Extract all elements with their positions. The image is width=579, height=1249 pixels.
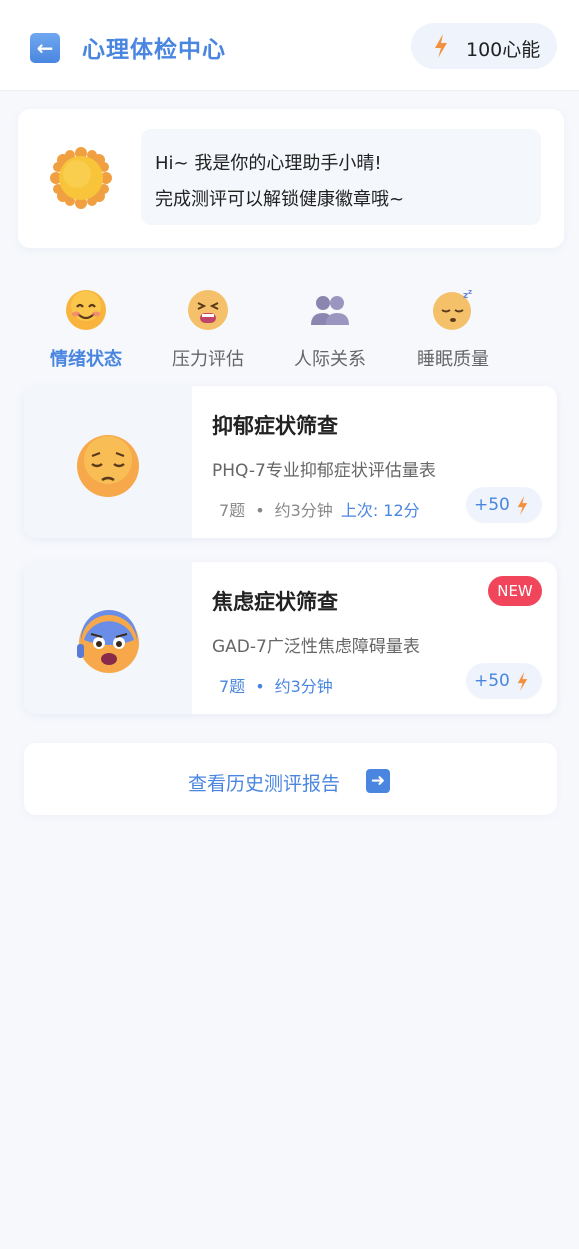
reward-pill: +50: [466, 487, 542, 523]
tab-stress[interactable]: 压力评估: [148, 285, 268, 375]
tab-label: 情绪状态: [50, 349, 122, 370]
smiling-face-icon: [66, 290, 106, 330]
assistant-greeting-card: Hi~ 我是你的心理助手小晴! 完成测评可以解锁健康徽章哦~: [18, 109, 564, 248]
greeting-line-1: Hi~ 我是你的心理助手小晴!: [155, 153, 382, 174]
duration: 约3分钟: [274, 501, 333, 520]
tab-label: 睡眠质量: [417, 349, 489, 370]
view-history-button[interactable]: 查看历史测评报告 ➜: [24, 743, 557, 815]
page-title: 心理体检中心: [82, 37, 226, 63]
card-icon-area: [24, 562, 192, 714]
people-icon: [311, 296, 349, 325]
card-description: PHQ-7专业抑郁症状评估量表: [212, 461, 436, 481]
lightning-icon: [516, 672, 529, 695]
question-count: 7题: [219, 501, 246, 520]
pensive-face-icon: [77, 435, 139, 497]
lightning-icon: [433, 34, 449, 62]
last-score: 上次: 12分: [340, 501, 420, 520]
duration: 约3分钟: [274, 677, 333, 696]
tab-sleep[interactable]: z z 睡眠质量: [393, 285, 513, 375]
sleeping-face-icon: z z: [433, 289, 472, 330]
reward-pill: +50: [466, 663, 542, 699]
history-label: 查看历史测评报告: [188, 773, 341, 795]
card-meta: 7题 • 约3分钟: [219, 677, 333, 696]
reward-value: +50: [474, 495, 510, 515]
points-value: 100心能: [466, 39, 541, 61]
speech-bubble: Hi~ 我是你的心理助手小晴! 完成测评可以解锁健康徽章哦~: [141, 129, 541, 225]
tab-relationships[interactable]: 人际关系: [270, 285, 390, 375]
points-pill[interactable]: 100心能: [411, 23, 557, 69]
category-tabs: 情绪状态 压力评估 人际关系 z z 睡眠质量: [0, 285, 579, 375]
card-meta: 7题 • 约3分钟 上次: 12分: [219, 501, 420, 520]
card-description: GAD-7广泛性焦虑障碍量表: [212, 637, 420, 657]
lightning-icon: [516, 496, 529, 519]
svg-text:z: z: [468, 289, 472, 296]
new-badge: NEW: [488, 576, 542, 606]
arrow-left-icon: ←: [36, 36, 54, 60]
sun-icon: [50, 147, 112, 213]
arrow-right-icon: ➜: [366, 769, 390, 793]
tab-label: 人际关系: [294, 349, 366, 370]
card-title: 抑郁症状筛查: [212, 414, 338, 438]
top-bar: ← 心理体检中心 100心能: [0, 0, 579, 91]
back-button[interactable]: ←: [30, 33, 60, 63]
assessment-card-anxiety[interactable]: 焦虑症状筛查 NEW GAD-7广泛性焦虑障碍量表 7题 • 约3分钟 +50: [24, 562, 557, 714]
anxious-face-icon: [77, 610, 139, 673]
greeting-line-2: 完成测评可以解锁健康徽章哦~: [155, 189, 405, 210]
card-icon-area: [24, 386, 192, 538]
reward-value: +50: [474, 671, 510, 691]
tab-emotion[interactable]: 情绪状态: [26, 285, 146, 375]
question-count: 7题: [219, 677, 246, 696]
tab-label: 压力评估: [172, 349, 244, 370]
card-title: 焦虑症状筛查: [212, 590, 338, 614]
tired-face-icon: [188, 290, 228, 330]
assessment-card-depression[interactable]: 抑郁症状筛查 PHQ-7专业抑郁症状评估量表 7题 • 约3分钟 上次: 12分 +5…: [24, 386, 557, 538]
